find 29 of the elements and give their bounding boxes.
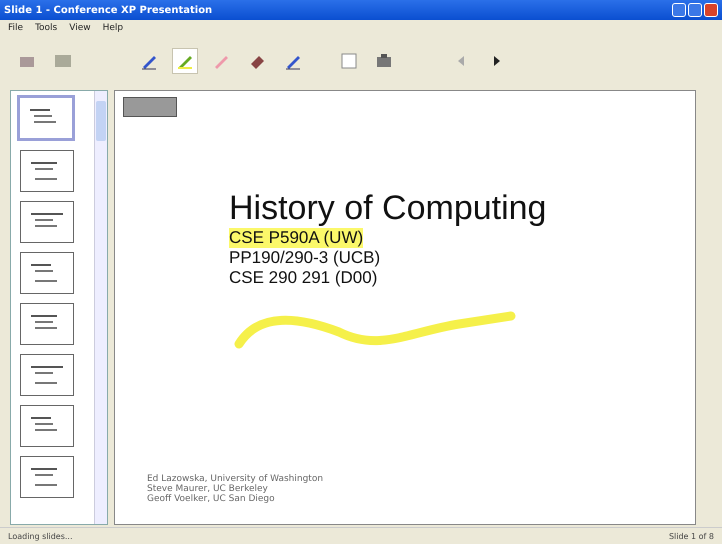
slide-thumbnail[interactable] [20, 303, 74, 345]
slide-thumbnail[interactable] [20, 252, 74, 294]
status-message: Loading slides... [8, 532, 73, 540]
menu-item[interactable]: Tools [35, 23, 58, 33]
menu-item[interactable]: View [69, 23, 91, 33]
course-line: PP190/290-3 (UCB) [229, 248, 380, 268]
slide-thumbnail[interactable] [20, 405, 74, 447]
author-line: Geoff Voelker, UC San Diego [147, 494, 276, 504]
close-button[interactable] [704, 3, 718, 17]
slide-title: History of Computing [229, 189, 548, 228]
square-icon [341, 53, 357, 69]
author-line: Ed Lazowska, University of Washington [147, 474, 324, 484]
slide-thumbnail[interactable] [17, 95, 75, 141]
slide-thumbnail[interactable] [20, 354, 74, 396]
menu-item[interactable]: Help [102, 23, 124, 33]
author-line: Steve Maurer, UC Berkeley [147, 484, 269, 494]
slide-thumbnail[interactable] [20, 201, 74, 243]
maximize-button[interactable] [688, 3, 702, 17]
thumbnail-drawing [31, 366, 63, 384]
back-arrow-icon [456, 55, 466, 67]
course-line: CSE 290 291 (D00) [229, 268, 378, 288]
forward-arrow-icon [492, 55, 502, 67]
slide-thumbnail[interactable] [20, 150, 74, 192]
window-title: Slide 1 - Conference XP Presentation [4, 4, 212, 16]
slide-position: Slide 1 of 8 [668, 532, 714, 540]
scrollbar[interactable] [94, 91, 107, 524]
menu-item[interactable]: File [8, 23, 24, 33]
slide-thumbnail[interactable] [20, 456, 74, 498]
minimize-button[interactable] [672, 3, 686, 17]
